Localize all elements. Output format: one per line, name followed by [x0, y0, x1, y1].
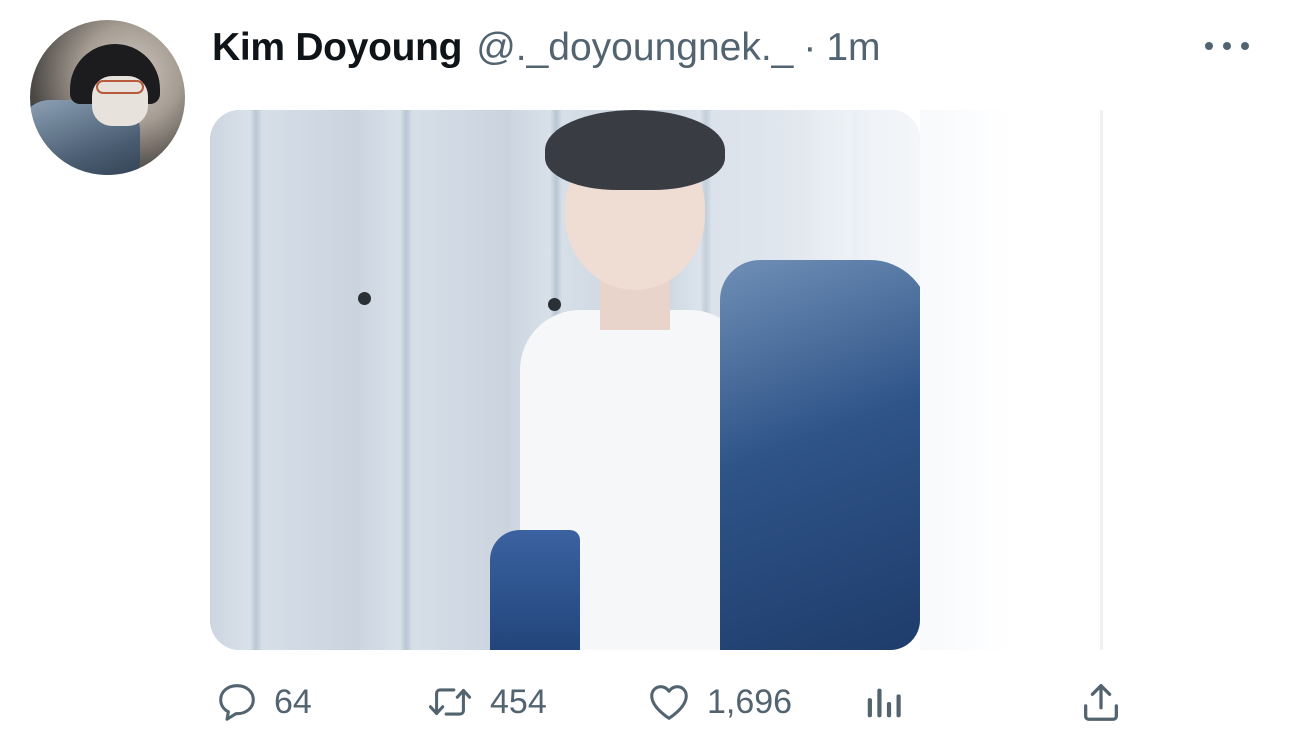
media-person-jacket-sleeve [490, 530, 580, 650]
share-button[interactable] [1078, 672, 1124, 732]
reply-icon [214, 679, 260, 725]
media-person-jacket [720, 260, 920, 650]
analytics-icon [862, 679, 908, 725]
like-button[interactable]: 1,696 [645, 672, 792, 732]
reply-button[interactable]: 64 [214, 672, 312, 732]
like-count: 1,696 [707, 682, 793, 721]
avatar[interactable] [30, 20, 185, 175]
avatar-glasses [96, 80, 144, 94]
tweet-header: Kim Doyoung @._doyoungnek._ · 1m [212, 26, 881, 70]
media-person-hair [545, 110, 725, 190]
author-handle[interactable]: @._doyoungnek._ [476, 26, 793, 70]
heart-icon [645, 679, 693, 725]
retweet-count: 454 [490, 682, 547, 721]
more-dot [1223, 42, 1231, 50]
more-options-icon[interactable] [1205, 36, 1249, 56]
media-overflow-background [920, 110, 1150, 650]
tweet-actions-bar: 64 454 1,696 [0, 672, 1290, 732]
author-name[interactable]: Kim Doyoung [212, 26, 462, 70]
media-wall-rivet [548, 298, 561, 311]
more-dot [1241, 42, 1249, 50]
reply-count: 64 [274, 682, 312, 721]
retweet-icon [424, 679, 476, 725]
media-overflow-line [1100, 110, 1103, 650]
more-dot [1205, 42, 1213, 50]
tweet[interactable]: Kim Doyoung @._doyoungnek._ · 1m 64 454 … [0, 0, 1290, 748]
share-icon [1078, 679, 1124, 725]
retweet-button[interactable]: 454 [424, 672, 547, 732]
header-separator: · [803, 26, 817, 69]
analytics-button[interactable] [862, 672, 908, 732]
tweet-media-image[interactable] [210, 110, 920, 650]
tweet-timestamp[interactable]: 1m [826, 26, 880, 70]
media-wall-rivet [358, 292, 371, 305]
